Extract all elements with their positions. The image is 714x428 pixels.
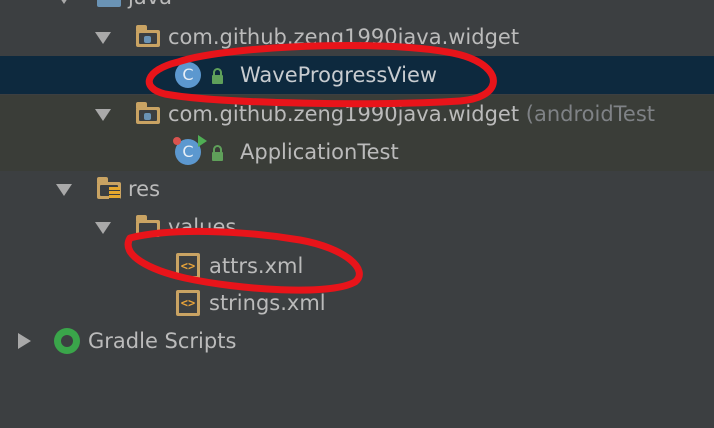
annotation-circle-wave-progress-view [145,42,497,108]
annotation-circle-attrs-xml [124,227,363,294]
annotation-marks [124,42,497,294]
